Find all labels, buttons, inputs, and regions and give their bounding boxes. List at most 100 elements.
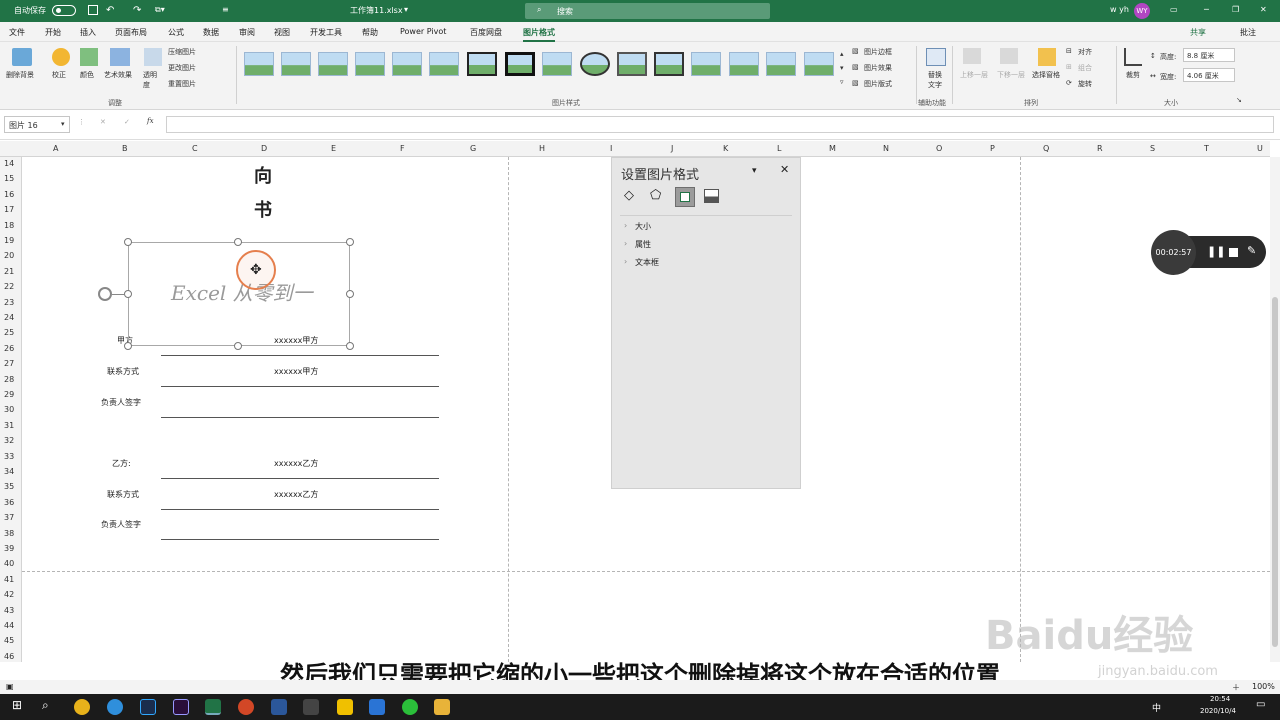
row-header[interactable]: 22: [4, 282, 14, 291]
row-header[interactable]: 16: [4, 190, 14, 199]
transparency-icon[interactable]: [144, 48, 162, 66]
pause-icon[interactable]: ❚❚: [1207, 245, 1225, 258]
tab-review[interactable]: 审阅: [239, 27, 255, 38]
picture-style-3[interactable]: [318, 52, 348, 76]
row-header[interactable]: 25: [4, 328, 14, 337]
picture-style-11[interactable]: [617, 52, 647, 76]
picture-style-13[interactable]: [691, 52, 721, 76]
share-button[interactable]: 共享: [1190, 27, 1206, 38]
rotate-icon[interactable]: ⟳: [1066, 79, 1072, 87]
row-header[interactable]: 30: [4, 405, 14, 414]
clock-date[interactable]: 2020/10/4: [1200, 707, 1236, 715]
selection-pane-icon[interactable]: [1038, 48, 1056, 66]
artistic-effects-label[interactable]: 艺术效果: [104, 70, 132, 80]
contact-a-value[interactable]: xxxxxx甲方: [274, 366, 318, 377]
resize-handle[interactable]: [346, 342, 354, 350]
section-size[interactable]: 大小: [635, 221, 651, 232]
row-header[interactable]: 40: [4, 559, 14, 568]
size-dialog-launcher-icon[interactable]: ↘: [1236, 96, 1242, 104]
compress-pictures-button[interactable]: 压缩图片: [168, 47, 196, 57]
tab-power-pivot[interactable]: Power Pivot: [400, 27, 446, 36]
width-field[interactable]: 4.06 厘米: [1183, 68, 1235, 82]
col-header[interactable]: L: [777, 144, 781, 153]
alt-text-label[interactable]: 替换文字: [928, 70, 944, 90]
cancel-icon[interactable]: ✕: [100, 118, 106, 126]
row-header[interactable]: 18: [4, 221, 14, 230]
picture-effects-button[interactable]: 图片效果: [864, 63, 892, 73]
section-properties[interactable]: 属性: [635, 239, 651, 250]
app-icon[interactable]: [337, 699, 353, 715]
resize-handle[interactable]: [346, 238, 354, 246]
row-header[interactable]: 19: [4, 236, 14, 245]
row-header[interactable]: 35: [4, 482, 14, 491]
style-scroll-up-icon[interactable]: ▴: [840, 50, 844, 58]
row-header[interactable]: 44: [4, 621, 14, 630]
autosave-toggle[interactable]: [52, 5, 76, 16]
restore-icon[interactable]: ❐: [1232, 5, 1239, 14]
premiere-icon[interactable]: [173, 699, 189, 715]
vertical-scroll-thumb[interactable]: [1272, 297, 1278, 647]
row-header[interactable]: 29: [4, 390, 14, 399]
resize-handle[interactable]: [124, 290, 132, 298]
section-textbox[interactable]: 文本框: [635, 257, 659, 268]
col-header[interactable]: H: [539, 144, 545, 153]
row-header[interactable]: 17: [4, 205, 14, 214]
avatar[interactable]: WY: [1134, 3, 1150, 19]
reset-picture-button[interactable]: 重置图片: [168, 79, 196, 89]
picture-icon[interactable]: [704, 189, 719, 203]
picture-style-15[interactable]: [766, 52, 796, 76]
fill-line-icon[interactable]: ◇: [624, 188, 634, 203]
picture-style-5[interactable]: [392, 52, 422, 76]
section-chevron-icon[interactable]: ›: [624, 257, 627, 266]
col-header[interactable]: B: [122, 144, 128, 153]
zoom-level[interactable]: 100%: [1252, 682, 1275, 691]
pane-close-icon[interactable]: ✕: [780, 163, 789, 176]
row-header[interactable]: 23: [4, 298, 14, 307]
align-icon[interactable]: ⊟: [1066, 47, 1072, 55]
selection-pane-label[interactable]: 选择窗格: [1032, 70, 1060, 80]
customize-qat-icon[interactable]: ≡: [222, 5, 229, 14]
enter-icon[interactable]: ✓: [124, 118, 130, 126]
windows-start-icon[interactable]: ⊞: [12, 698, 22, 712]
name-box-dropdown-icon[interactable]: ▾: [61, 120, 65, 128]
col-header[interactable]: K: [723, 144, 728, 153]
vertical-scrollbar[interactable]: [1270, 157, 1280, 662]
rotate-handle-icon[interactable]: [98, 287, 112, 301]
style-scroll-down-icon[interactable]: ▾: [840, 64, 844, 72]
tab-file[interactable]: 文件: [9, 27, 25, 38]
col-header[interactable]: M: [829, 144, 836, 153]
row-header[interactable]: 21: [4, 267, 14, 276]
tab-insert[interactable]: 插入: [80, 27, 96, 38]
picture-style-9[interactable]: [542, 52, 572, 76]
picture-border-button[interactable]: 图片边框: [864, 47, 892, 57]
row-header[interactable]: 24: [4, 313, 14, 322]
col-header[interactable]: P: [990, 144, 995, 153]
picture-border-icon[interactable]: ▧: [852, 47, 859, 55]
resize-handle[interactable]: [346, 290, 354, 298]
insert-function-icon[interactable]: fx: [147, 117, 154, 125]
picture-effects-icon[interactable]: ▧: [852, 63, 859, 71]
col-header[interactable]: Q: [1043, 144, 1049, 153]
height-field[interactable]: 8.8 厘米: [1183, 48, 1235, 62]
tab-page-layout[interactable]: 页面布局: [115, 27, 147, 38]
tab-view[interactable]: 视图: [274, 27, 290, 38]
color-label[interactable]: 颜色: [80, 70, 94, 80]
macro-record-icon[interactable]: ▣: [6, 682, 14, 691]
bring-forward-icon[interactable]: [963, 48, 981, 64]
section-chevron-icon[interactable]: ›: [624, 239, 627, 248]
pane-options-icon[interactable]: ▾: [752, 166, 757, 176]
artistic-effects-icon[interactable]: [110, 48, 130, 66]
taskbar-search-icon[interactable]: ⌕: [42, 698, 49, 713]
send-backward-label[interactable]: 下移一层: [997, 70, 1025, 80]
col-header[interactable]: G: [470, 144, 476, 153]
col-header[interactable]: T: [1204, 144, 1209, 153]
tab-picture-format[interactable]: 图片格式: [523, 27, 555, 42]
notification-icon[interactable]: ▭: [1256, 699, 1265, 710]
resize-handle[interactable]: [124, 342, 132, 350]
picture-layout-icon[interactable]: ▧: [852, 79, 859, 87]
col-header[interactable]: I: [610, 144, 612, 153]
col-header[interactable]: N: [883, 144, 889, 153]
row-header[interactable]: 43: [4, 606, 14, 615]
picture-style-7[interactable]: [467, 52, 497, 76]
col-header[interactable]: S: [1150, 144, 1155, 153]
